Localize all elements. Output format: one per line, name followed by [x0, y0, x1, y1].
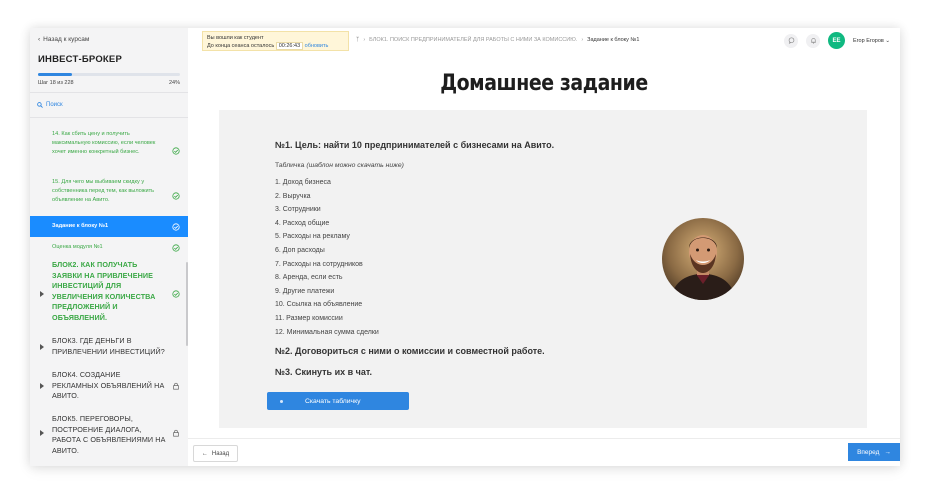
next-label: Вперед: [857, 448, 880, 456]
arrow-left-icon: ←: [201, 450, 208, 457]
block-label: БЛОК2. КАК ПОЛУЧАТЬ ЗАЯВКИ НА ПРИВЛЕЧЕНИ…: [52, 260, 156, 322]
user-name-label: Егор Егоров: [853, 37, 884, 44]
list-item: 7. Расходы на сотрудников: [275, 260, 363, 268]
course-title: ИНВЕСТ-БРОКЕР: [38, 54, 122, 65]
list-item: 10. Ссылка на объявление: [275, 301, 363, 309]
homework-card: №1. Цель: найти 10 предпринимателей с би…: [219, 110, 867, 428]
divider: [30, 117, 188, 118]
task-3-heading: №3. Скинуть их в чат.: [275, 367, 372, 377]
lock-icon: [173, 382, 179, 390]
list-item: 4. Расход общие: [275, 219, 330, 227]
lesson-label: Оценка модуля №1: [52, 244, 103, 251]
breadcrumb-module-link[interactable]: БЛОК1. ПОИСК ПРЕДПРИНИМАТЕЛЕЙ ДЛЯ РАБОТЫ…: [369, 37, 577, 43]
breadcrumb-separator-icon: ›: [581, 37, 584, 43]
breadcrumb: ᛉ › БЛОК1. ПОИСК ПРЕДПРИНИМАТЕЛЕЙ ДЛЯ РА…: [356, 37, 639, 43]
chat-button[interactable]: [784, 33, 798, 48]
notifications-button[interactable]: [806, 33, 820, 48]
list-item: 5. Расходы на рекламу: [275, 233, 350, 241]
download-dot-icon: [280, 399, 283, 403]
lesson-item-14[interactable]: 14. Как сбить цену и получить максимальн…: [30, 126, 188, 176]
check-circle-icon: [172, 192, 180, 200]
session-timer: 00:26:43: [275, 42, 304, 50]
lesson-item-module-rating[interactable]: Оценка модуля №1: [30, 237, 188, 258]
list-item: 8. Аренда, если есть: [275, 274, 343, 282]
app-window: ‹ Назад к курсам ИНВЕСТ-БРОКЕР Шаг 18 из…: [30, 28, 900, 466]
lesson-list: 14. Как сбить цену и получить максимальн…: [30, 126, 188, 458]
prev-label: Назад: [211, 450, 230, 457]
task-1-heading: №1. Цель: найти 10 предпринимателей с би…: [275, 140, 555, 150]
expand-triangle-icon: [40, 430, 44, 436]
chevron-left-icon: ‹: [38, 36, 41, 43]
top-actions: ЕЕ Егор Егоров ⌄: [784, 32, 890, 49]
download-table-button[interactable]: Скачать табличку: [267, 392, 409, 410]
breadcrumb-current: Задание к блоку №1: [587, 37, 640, 43]
page-title: Домашнее задание: [440, 71, 648, 96]
lesson-item-15[interactable]: 15. Для чего мы выбиваем скидку у собств…: [30, 176, 188, 216]
check-circle-icon: [172, 222, 180, 231]
course-progress-bar: [38, 73, 180, 76]
check-circle-icon: [172, 147, 180, 155]
chat-icon: [788, 37, 794, 44]
branch-icon[interactable]: ᛉ: [356, 37, 359, 43]
breadcrumb-separator-icon: ›: [363, 37, 366, 43]
session-remaining-label: До конца сеанса осталось: [207, 43, 275, 49]
table-intro: Табличка (шаблон можно скачать ниже): [275, 162, 404, 169]
lesson-label: 15. Для чего мы выбиваем скидку у собств…: [52, 179, 155, 203]
table-intro-text: Табличка: [275, 162, 307, 169]
back-to-courses-link[interactable]: ‹ Назад к курсам: [38, 36, 89, 43]
session-time-line: До конца сеанса осталось 00:26:43 обнови…: [207, 42, 329, 50]
bell-icon: [810, 38, 816, 44]
sidebar-block-4[interactable]: БЛОК4. СОЗДАНИЕ РЕКЛАМНЫХ ОБЪЯВЛЕНИЙ НА …: [30, 364, 188, 408]
task-2-heading: №2. Договориться с ними о комиссии и сов…: [275, 346, 545, 356]
list-item: 2. Выручка: [275, 192, 311, 200]
expand-triangle-icon: [40, 383, 44, 389]
instructor-portrait: [662, 218, 744, 300]
user-menu[interactable]: Егор Егоров ⌄: [853, 38, 890, 44]
expand-triangle-icon: [40, 291, 44, 297]
arrow-right-icon: →: [884, 448, 891, 456]
check-circle-icon: [172, 290, 180, 298]
next-button[interactable]: Вперед →: [848, 443, 900, 461]
sidebar-block-3[interactable]: БЛОК3. ГДЕ ДЕНЬГИ В ПРИВЛЕЧЕНИИ ИНВЕСТИЦ…: [30, 330, 188, 364]
table-intro-note: (шаблон можно скачать ниже): [306, 162, 404, 169]
student-status-text: Вы вошли как студент: [207, 35, 264, 41]
search-icon: [37, 102, 43, 108]
expand-triangle-icon: [40, 344, 44, 350]
list-item: 3. Сотрудники: [275, 206, 321, 214]
refresh-session-link[interactable]: обновить: [305, 43, 329, 49]
step-percent: 24%: [168, 80, 180, 86]
top-bar: Вы вошли как студент До конца сеанса ост…: [188, 28, 900, 54]
bottom-nav-bar: ← Назад Вперед →: [188, 438, 900, 466]
user-avatar[interactable]: ЕЕ: [828, 32, 845, 49]
list-item: 9. Другие платежи: [275, 287, 335, 295]
block-label: БЛОК5. ПЕРЕГОВОРЫ, ПОСТРОЕНИЕ ДИАЛОГА, Р…: [52, 414, 166, 455]
search-button[interactable]: Поиск: [37, 102, 63, 108]
course-progress-fill: [38, 73, 73, 76]
lesson-item-homework-block1[interactable]: Задание к блоку №1: [30, 216, 188, 237]
sidebar-block-2[interactable]: БЛОК2. КАК ПОЛУЧАТЬ ЗАЯВКИ НА ПРИВЛЕЧЕНИ…: [30, 258, 188, 330]
list-item: 12. Минимальная сумма сделки: [275, 328, 379, 336]
table-fields-list: 1. Доход бизнеса 2. Выручка 3. Сотрудник…: [275, 176, 379, 339]
block-label: БЛОК3. ГДЕ ДЕНЬГИ В ПРИВЛЕЧЕНИИ ИНВЕСТИЦ…: [52, 336, 165, 356]
sidebar-block-5[interactable]: БЛОК5. ПЕРЕГОВОРЫ, ПОСТРОЕНИЕ ДИАЛОГА, Р…: [30, 408, 188, 458]
check-circle-icon: [172, 243, 180, 252]
prev-button[interactable]: ← Назад: [193, 445, 238, 462]
lesson-label: Задание к блоку №1: [52, 223, 109, 230]
block-label: БЛОК4. СОЗДАНИЕ РЕКЛАМНЫХ ОБЪЯВЛЕНИЙ НА …: [52, 370, 165, 400]
lock-icon: [173, 429, 179, 437]
session-info-box: Вы вошли как студент До конца сеанса ост…: [202, 31, 349, 51]
list-item: 11. Размер комиссии: [275, 314, 343, 322]
divider: [30, 92, 188, 93]
search-label: Поиск: [46, 102, 63, 108]
sidebar-scrollbar[interactable]: [186, 262, 188, 346]
lesson-label: 14. Как сбить цену и получить максимальн…: [52, 131, 156, 155]
list-item: 1. Доход бизнеса: [275, 179, 331, 186]
list-item: 6. Доп расходы: [275, 246, 325, 254]
sidebar: ‹ Назад к курсам ИНВЕСТ-БРОКЕР Шаг 18 из…: [30, 28, 188, 466]
step-counter: Шаг 18 из 228: [38, 80, 74, 86]
back-link-label: Назад к курсам: [43, 36, 90, 43]
chevron-down-icon: ⌄: [885, 37, 890, 44]
download-label: Скачать табличку: [305, 397, 361, 405]
